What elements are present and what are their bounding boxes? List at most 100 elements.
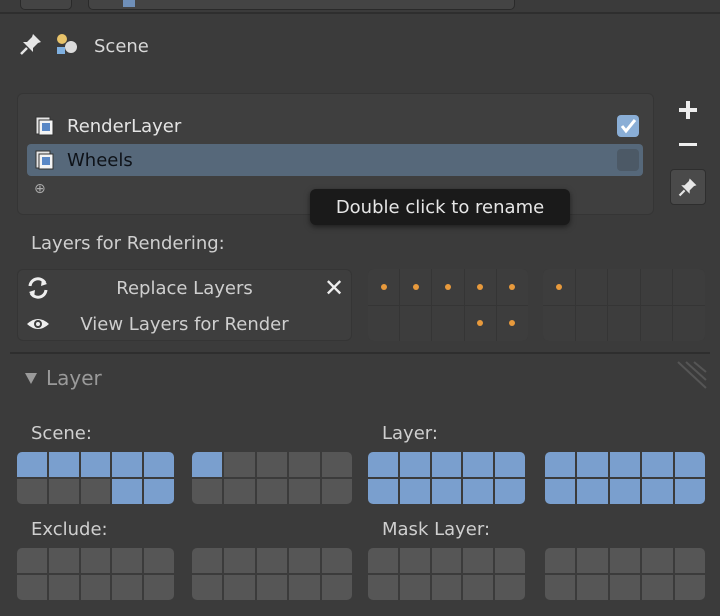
layer-toggle-cell[interactable] (48, 479, 79, 504)
layer-toggle-cell[interactable] (431, 548, 462, 573)
layer-toggle-cell[interactable] (192, 575, 223, 600)
layer-toggle-cell[interactable] (431, 452, 462, 477)
layer-toggle-cell[interactable] (48, 452, 79, 477)
exclude-layers-grid-a[interactable] (17, 548, 174, 600)
layer-toggle-cell[interactable] (400, 269, 432, 305)
mask-layers-grid-a[interactable] (368, 548, 525, 600)
layer-toggle-cell[interactable] (674, 548, 705, 573)
exclude-layers-grid-b[interactable] (192, 548, 352, 600)
layer-toggle-cell[interactable] (144, 575, 174, 600)
remove-layer-button[interactable] (673, 130, 703, 160)
layer-toggle-cell[interactable] (642, 548, 673, 573)
layer-toggle-cell[interactable] (463, 479, 494, 504)
layer-layers-grid-a[interactable] (368, 452, 525, 504)
layer-toggle-cell[interactable] (575, 305, 608, 341)
layer-toggle-cell[interactable] (674, 479, 705, 504)
render-layer-grid-b[interactable] (543, 269, 705, 341)
layer-toggle-cell[interactable] (642, 452, 673, 477)
layer-toggle-cell[interactable] (112, 479, 143, 504)
layer-toggle-cell[interactable] (640, 305, 673, 341)
top-toolbar-field[interactable] (88, 0, 515, 10)
layer-toggle-cell[interactable] (673, 305, 705, 341)
layer-toggle-cell[interactable] (289, 575, 320, 600)
layer-toggle-cell[interactable] (48, 575, 79, 600)
layer-toggle-cell[interactable] (289, 479, 320, 504)
layer-toggle-cell[interactable] (463, 548, 494, 573)
layer-toggle-cell[interactable] (289, 452, 320, 477)
layer-toggle-cell[interactable] (80, 452, 111, 477)
enable-checkbox[interactable] (617, 115, 639, 137)
layer-toggle-cell[interactable] (224, 575, 255, 600)
layer-toggle-cell[interactable] (112, 548, 143, 573)
view-layers-button[interactable]: View Layers for Render (53, 314, 316, 335)
layer-panel-header[interactable]: Layer (24, 362, 102, 394)
layer-toggle-cell[interactable] (144, 548, 174, 573)
layer-toggle-cell[interactable] (192, 479, 223, 504)
layer-toggle-cell[interactable] (112, 452, 143, 477)
layer-toggle-cell[interactable] (673, 269, 705, 305)
top-toolbar-button[interactable] (20, 0, 72, 10)
layer-toggle-cell[interactable] (399, 452, 430, 477)
layer-toggle-cell[interactable] (224, 479, 255, 504)
layer-toggle-cell[interactable] (609, 452, 641, 477)
layer-toggle-cell[interactable] (368, 269, 400, 305)
layer-toggle-cell[interactable] (608, 305, 640, 341)
layer-toggle-cell[interactable] (609, 479, 641, 504)
pin-icon[interactable] (18, 31, 44, 62)
layer-toggle-cell[interactable] (256, 575, 288, 600)
layer-toggle-cell[interactable] (17, 548, 47, 573)
layer-toggle-cell[interactable] (431, 479, 462, 504)
layer-toggle-cell[interactable] (17, 479, 47, 504)
layer-toggle-cell[interactable] (431, 575, 462, 600)
layer-layers-grid-b[interactable] (545, 452, 705, 504)
layer-toggle-cell[interactable] (144, 479, 174, 504)
layer-toggle-cell[interactable] (289, 548, 320, 573)
layer-toggle-cell[interactable] (321, 575, 352, 600)
layer-toggle-cell[interactable] (674, 575, 705, 600)
layer-toggle-cell[interactable] (575, 269, 608, 305)
layer-toggle-cell[interactable] (224, 548, 255, 573)
layer-toggle-cell[interactable] (432, 305, 464, 341)
scene-layers-grid-a[interactable] (17, 452, 174, 504)
layer-toggle-cell[interactable] (609, 548, 641, 573)
layer-toggle-cell[interactable] (463, 452, 494, 477)
layer-toggle-cell[interactable] (400, 305, 432, 341)
layer-toggle-cell[interactable] (256, 548, 288, 573)
layer-toggle-cell[interactable] (80, 548, 111, 573)
layer-toggle-cell[interactable] (496, 305, 528, 341)
mask-layers-grid-b[interactable] (545, 548, 705, 600)
layer-toggle-cell[interactable] (545, 548, 576, 573)
replace-layers-row[interactable]: Replace Layers ✕ (17, 270, 352, 306)
layer-toggle-cell[interactable] (432, 269, 464, 305)
view-layers-row[interactable]: View Layers for Render (17, 306, 352, 342)
layer-toggle-cell[interactable] (496, 269, 528, 305)
layer-toggle-cell[interactable] (144, 452, 174, 477)
layer-toggle-cell[interactable] (17, 575, 47, 600)
layer-toggle-cell[interactable] (608, 269, 640, 305)
layer-toggle-cell[interactable] (368, 575, 398, 600)
layer-toggle-cell[interactable] (256, 479, 288, 504)
layer-toggle-cell[interactable] (399, 479, 430, 504)
list-item-renderlayer[interactable]: RenderLayer (27, 110, 643, 142)
layer-toggle-cell[interactable] (224, 452, 255, 477)
layer-toggle-cell[interactable] (368, 479, 398, 504)
layer-toggle-cell[interactable] (577, 575, 608, 600)
layer-toggle-cell[interactable] (577, 548, 608, 573)
scene-layers-grid-b[interactable] (192, 452, 352, 504)
layer-toggle-cell[interactable] (192, 548, 223, 573)
layer-toggle-cell[interactable] (464, 269, 496, 305)
list-resize-handle-icon[interactable]: ⊕ (34, 182, 48, 196)
layer-toggle-cell[interactable] (192, 452, 223, 477)
close-icon[interactable]: ✕ (316, 274, 352, 302)
list-item-wheels[interactable]: Wheels (27, 144, 643, 176)
layer-toggle-cell[interactable] (368, 305, 400, 341)
layer-toggle-cell[interactable] (80, 575, 111, 600)
replace-layers-button[interactable]: Replace Layers (53, 278, 316, 299)
render-layer-grid-a[interactable] (368, 269, 528, 341)
layer-toggle-cell[interactable] (495, 575, 525, 600)
layer-toggle-cell[interactable] (321, 548, 352, 573)
layer-toggle-cell[interactable] (640, 269, 673, 305)
layer-toggle-cell[interactable] (609, 575, 641, 600)
layer-toggle-cell[interactable] (545, 575, 576, 600)
layer-toggle-cell[interactable] (368, 452, 398, 477)
